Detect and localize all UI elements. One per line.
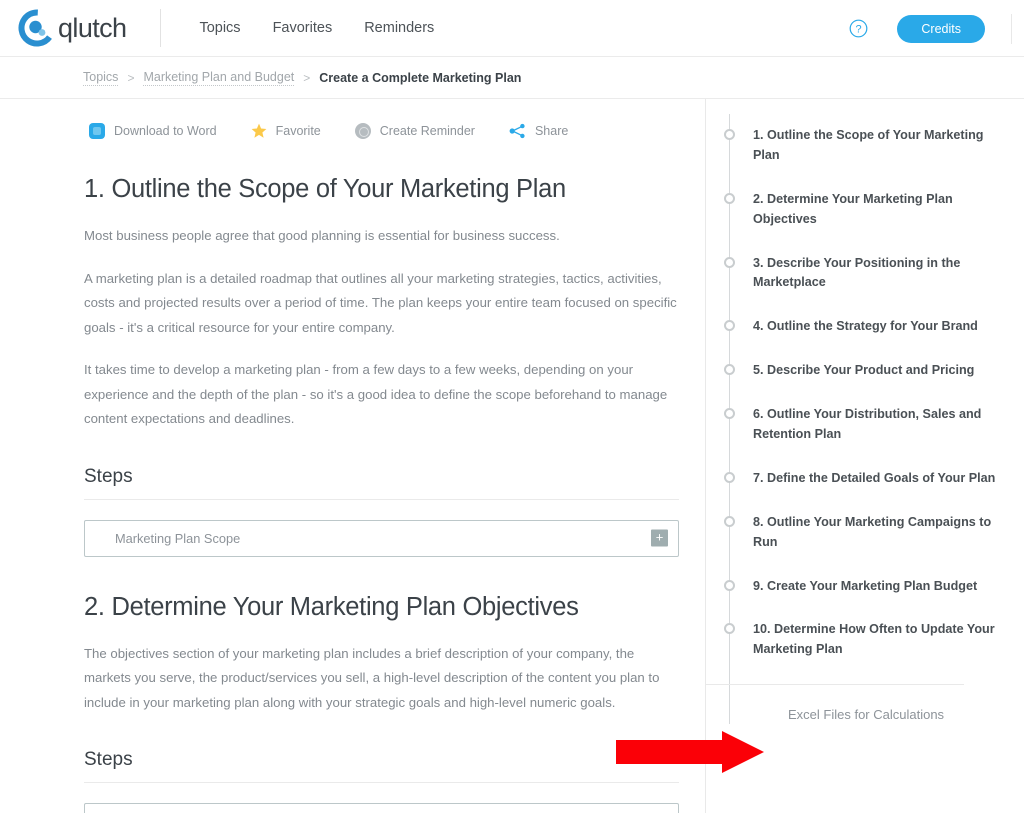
table-of-contents-panel: 1. Outline the Scope of Your Marketing P…	[706, 99, 1024, 813]
toc-marker-icon	[724, 256, 735, 268]
download-icon	[89, 123, 105, 139]
body-split: Download to Word Favorite Create Reminde…	[0, 99, 1024, 813]
toc-marker-icon	[724, 515, 735, 527]
section-2-paragraph-1: The objectives section of your marketing…	[84, 645, 660, 710]
breadcrumb-item-topics[interactable]: Topics	[83, 70, 119, 86]
brand-logo[interactable]: qlutch	[18, 8, 127, 48]
toc-item-label: 7. Define the Detailed Goals of Your Pla…	[753, 470, 996, 485]
article-body: 1. Outline the Scope of Your Marketing P…	[0, 175, 705, 813]
section-1-paragraph-2: A marketing plan is a detailed roadmap t…	[84, 270, 677, 335]
share-label: Share	[534, 124, 569, 138]
star-icon	[251, 123, 267, 139]
step-item-introduction[interactable]: Introduction +	[84, 803, 679, 813]
share-button[interactable]: Share	[509, 123, 568, 139]
top-header: qlutch Topics Favorites Reminders ? Cred…	[0, 0, 1024, 57]
toc-item-2[interactable]: 2. Determine Your Marketing Plan Objecti…	[706, 190, 1000, 230]
toc-item-label: 2. Determine Your Marketing Plan Objecti…	[753, 191, 953, 226]
toc-marker-icon	[724, 192, 735, 204]
favorite-button[interactable]: Favorite	[251, 123, 321, 139]
toc-item-7[interactable]: 7. Define the Detailed Goals of Your Pla…	[706, 469, 1000, 489]
excel-files-link[interactable]: Excel Files for Calculations	[706, 707, 944, 722]
nav-item-topics[interactable]: Topics	[183, 14, 256, 42]
step-item-marketing-plan-scope[interactable]: Marketing Plan Scope +	[84, 519, 679, 557]
toc-item-3[interactable]: 3. Describe Your Positioning in the Mark…	[706, 254, 1000, 294]
toc-marker-icon	[724, 129, 735, 140]
toc-item-1[interactable]: 1. Outline the Scope of Your Marketing P…	[706, 126, 1000, 166]
nav-item-favorites[interactable]: Favorites	[257, 14, 349, 42]
create-reminder-label: Create Reminder	[379, 124, 475, 138]
main-content-panel: Download to Word Favorite Create Reminde…	[0, 99, 706, 813]
reminder-clock-icon	[354, 123, 371, 139]
toc-item-9[interactable]: 9. Create Your Marketing Plan Budget	[706, 577, 1000, 597]
toc-marker-icon	[724, 408, 735, 420]
breadcrumb: Topics > Marketing Plan and Budget > Cre…	[0, 57, 1024, 99]
section-1-paragraph-3: It takes time to develop a marketing pla…	[84, 362, 668, 427]
toc-item-8[interactable]: 8. Outline Your Marketing Campaigns to R…	[706, 513, 1000, 553]
toc-list: 1. Outline the Scope of Your Marketing P…	[706, 99, 1024, 725]
svg-text:?: ?	[856, 24, 862, 36]
breadcrumb-item-marketing-plan-and-budget[interactable]: Marketing Plan and Budget	[143, 70, 295, 86]
toc-item-label: 6. Outline Your Distribution, Sales and …	[753, 407, 982, 442]
toc-item-label: 4. Outline the Strategy for Your Brand	[753, 319, 978, 334]
toc-marker-icon	[724, 471, 735, 483]
header-actions: ? Credits	[849, 0, 1024, 57]
section-2-steps-heading: Steps	[84, 749, 679, 784]
breadcrumb-separator: >	[303, 70, 311, 85]
brand-name: qlutch	[58, 12, 127, 43]
create-reminder-button[interactable]: Create Reminder	[354, 123, 475, 139]
toc-item-6[interactable]: 6. Outline Your Distribution, Sales and …	[706, 405, 1000, 445]
qlutch-logo-icon	[18, 9, 56, 47]
step-item-label: Marketing Plan Scope	[115, 530, 241, 546]
toc-item-label: 10. Determine How Often to Update Your M…	[753, 622, 995, 657]
section-2-title: 2. Determine Your Marketing Plan Objecti…	[84, 592, 579, 621]
toc-item-4[interactable]: 4. Outline the Strategy for Your Brand	[706, 317, 1000, 337]
header-divider	[160, 9, 162, 47]
toc-marker-icon	[724, 320, 735, 332]
toc-item-label: 8. Outline Your Marketing Campaigns to R…	[753, 514, 992, 549]
step-add-button[interactable]: +	[651, 529, 668, 547]
toc-marker-icon	[724, 364, 735, 376]
toc-item-label: 5. Describe Your Product and Pricing	[753, 363, 975, 378]
section-1-steps-heading: Steps	[84, 466, 679, 500]
credits-button[interactable]: Credits	[897, 14, 985, 43]
nav-item-reminders[interactable]: Reminders	[348, 14, 450, 42]
section-1-title: 1. Outline the Scope of Your Marketing P…	[84, 175, 566, 203]
breadcrumb-item-current: Create a Complete Marketing Plan	[319, 70, 522, 85]
main-nav: Topics Favorites Reminders	[183, 14, 450, 42]
toc-marker-icon	[724, 579, 735, 591]
toc-item-5[interactable]: 5. Describe Your Product and Pricing	[706, 361, 1000, 381]
favorite-label: Favorite	[275, 124, 321, 138]
toc-item-10[interactable]: 10. Determine How Often to Update Your M…	[706, 620, 1000, 660]
toc-item-label: 1. Outline the Scope of Your Marketing P…	[753, 128, 984, 162]
help-circle-icon[interactable]: ?	[849, 19, 868, 38]
toc-marker-icon	[724, 623, 735, 635]
article-action-toolbar: Download to Word Favorite Create Reminde…	[0, 99, 705, 139]
header-right-divider	[1011, 13, 1012, 44]
toc-footer: Excel Files for Calculations	[706, 684, 964, 724]
share-nodes-icon	[509, 123, 526, 139]
download-to-word-button[interactable]: Download to Word	[89, 123, 217, 139]
breadcrumb-separator: >	[127, 70, 135, 85]
section-1-paragraph-1: Most business people agree that good pla…	[84, 228, 560, 243]
toc-item-label: 3. Describe Your Positioning in the Mark…	[753, 255, 961, 290]
toc-item-label: 9. Create Your Marketing Plan Budget	[753, 578, 978, 593]
app-root: qlutch Topics Favorites Reminders ? Cred…	[0, 0, 1024, 814]
download-to-word-label: Download to Word	[114, 124, 217, 138]
